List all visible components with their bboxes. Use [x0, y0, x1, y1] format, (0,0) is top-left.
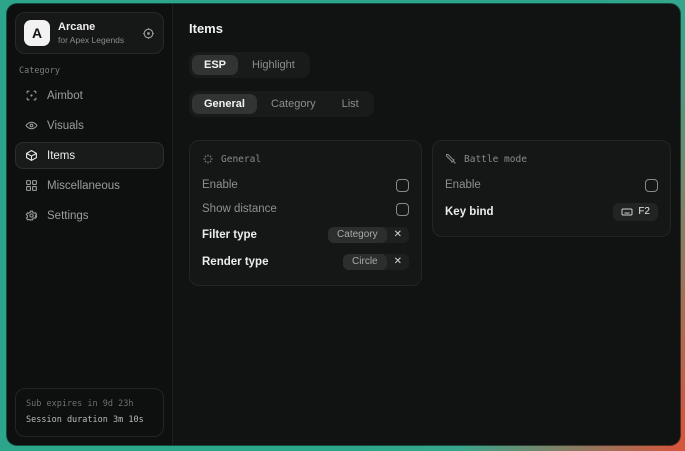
keybind-button[interactable]: F2	[613, 203, 658, 221]
sidebar-item-label: Visuals	[47, 120, 84, 132]
sidebar-item-label: Aimbot	[47, 90, 83, 102]
close-icon[interactable]: ✕	[387, 227, 409, 242]
setting-label: Enable	[202, 179, 238, 191]
setting-row-enable: Enable	[445, 173, 658, 197]
sidebar-item-miscellaneous[interactable]: Miscellaneous	[15, 172, 164, 199]
tab-highlight[interactable]: Highlight	[240, 55, 307, 75]
session-duration-text: Session duration 3m 10s	[26, 413, 153, 428]
general-panel: General Enable Show distance Filter type…	[189, 140, 422, 286]
tab-list[interactable]: List	[330, 94, 371, 114]
setting-label: Enable	[445, 179, 481, 191]
grid-icon	[25, 179, 38, 192]
setting-label: Render type	[202, 256, 268, 268]
setting-row-filter-type: Filter type Category ✕	[202, 221, 409, 248]
setting-label: Key bind	[445, 206, 494, 218]
setting-label: Filter type	[202, 229, 257, 241]
keyboard-icon	[621, 206, 633, 218]
close-icon[interactable]: ✕	[387, 254, 409, 269]
keybind-value: F2	[638, 206, 650, 217]
battle-mode-panel: Battle mode Enable Key bind	[432, 140, 671, 237]
sidebar-item-label: Settings	[47, 210, 89, 222]
eye-icon	[25, 119, 38, 132]
render-type-select[interactable]: Circle ✕	[343, 254, 409, 270]
gear-icon	[25, 209, 38, 222]
battle-enable-checkbox[interactable]	[645, 179, 658, 192]
show-distance-checkbox[interactable]	[396, 203, 409, 216]
sidebar-nav: Aimbot Visuals Items	[15, 82, 164, 229]
sidebar-item-items[interactable]: Items	[15, 142, 164, 169]
tab-esp[interactable]: ESP	[192, 55, 238, 75]
sub-expires-text: Sub expires in 9d 23h	[26, 397, 153, 412]
enable-checkbox[interactable]	[396, 179, 409, 192]
category-label: Category	[19, 66, 160, 76]
sidebar: A Arcane for Apex Legends Category	[7, 4, 173, 445]
setting-row-render-type: Render type Circle ✕	[202, 248, 409, 275]
setting-row-enable: Enable	[202, 173, 409, 197]
filter-type-value[interactable]: Category	[328, 227, 387, 243]
brand-subtitle: for Apex Legends	[58, 35, 124, 46]
render-type-value[interactable]: Circle	[343, 254, 387, 270]
app-window: A Arcane for Apex Legends Category	[7, 4, 680, 445]
brand-card: A Arcane for Apex Legends	[15, 12, 164, 54]
tab-general[interactable]: General	[192, 94, 257, 114]
panel-title: General	[221, 154, 261, 165]
subscription-card: Sub expires in 9d 23h Session duration 3…	[15, 388, 164, 437]
page-title: Items	[189, 21, 671, 36]
package-icon	[25, 149, 38, 162]
sidebar-item-aimbot[interactable]: Aimbot	[15, 82, 164, 109]
sidebar-item-visuals[interactable]: Visuals	[15, 112, 164, 139]
sidebar-item-label: Items	[47, 150, 75, 162]
sword-icon	[445, 153, 457, 165]
setting-row-show-distance: Show distance	[202, 197, 409, 221]
crosshair-icon	[25, 89, 38, 102]
tab-category[interactable]: Category	[259, 94, 328, 114]
main-content: Items ESP Highlight General Category Lis…	[173, 4, 680, 445]
setting-label: Show distance	[202, 203, 277, 215]
sidebar-item-label: Miscellaneous	[47, 180, 120, 192]
brand-logo: A	[24, 20, 50, 46]
brand-title: Arcane	[58, 21, 124, 35]
setting-row-key-bind: Key bind F2	[445, 197, 658, 226]
sparkle-icon	[202, 153, 214, 165]
panel-title: Battle mode	[464, 154, 527, 165]
target-icon[interactable]	[142, 27, 155, 40]
mode-tab-group: ESP Highlight	[189, 52, 310, 78]
view-tab-group: General Category List	[189, 91, 374, 117]
filter-type-select[interactable]: Category ✕	[328, 227, 409, 243]
sidebar-item-settings[interactable]: Settings	[15, 202, 164, 229]
